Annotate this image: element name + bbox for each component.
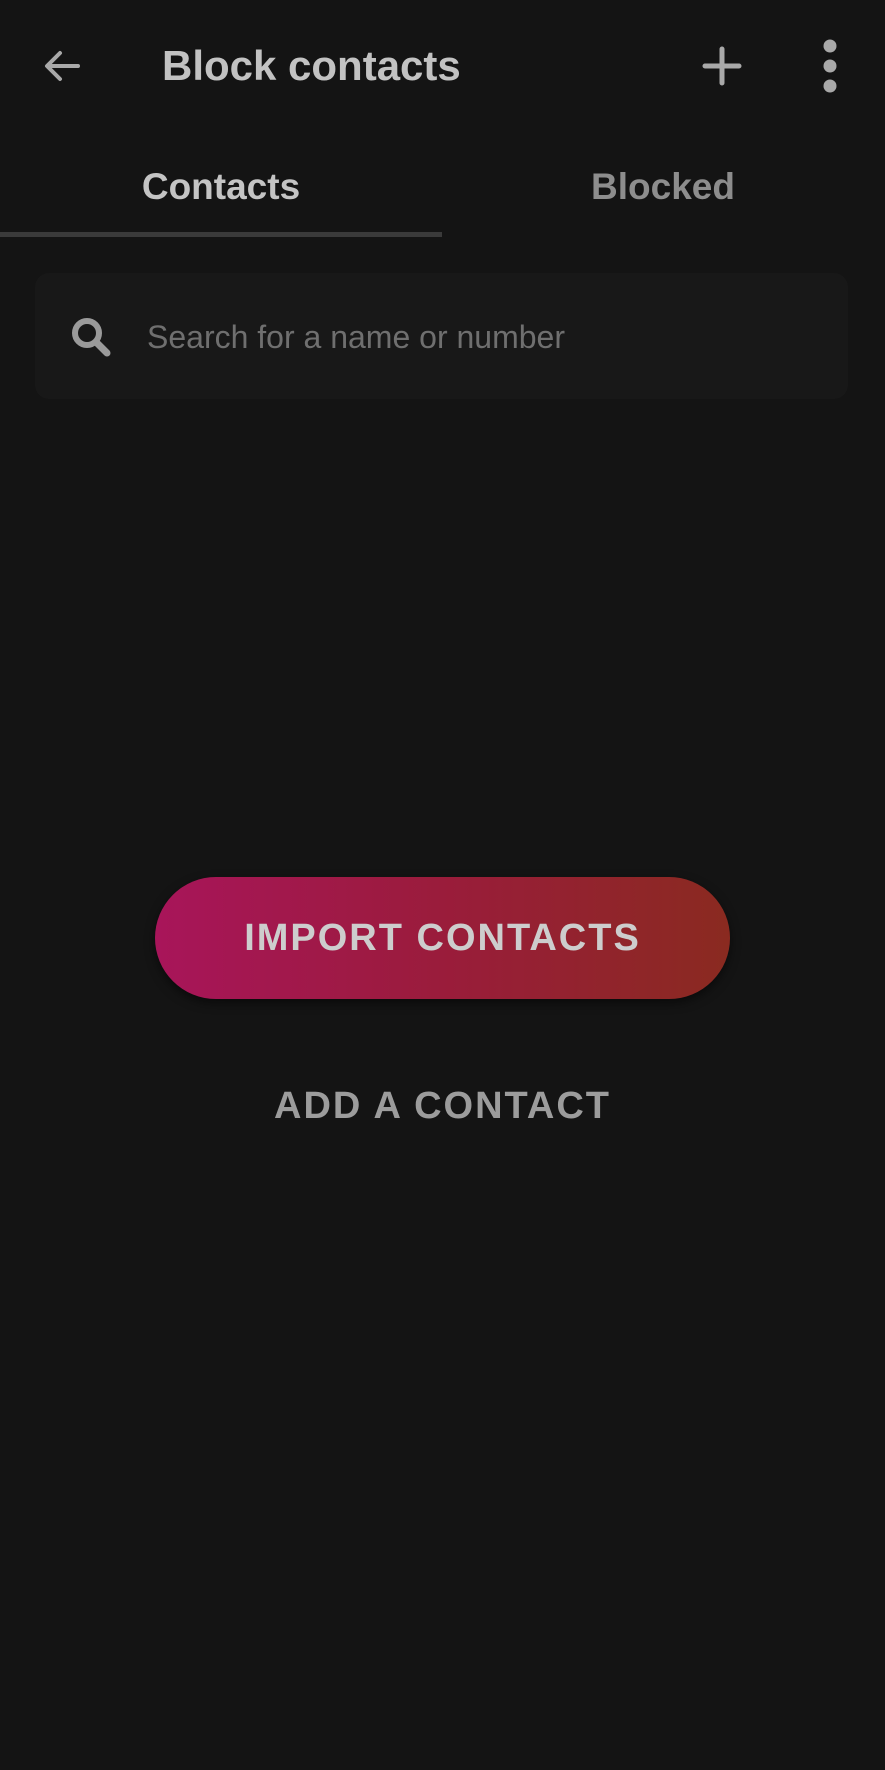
more-options-button[interactable] xyxy=(800,34,860,98)
app-bar: Block contacts xyxy=(0,0,885,132)
add-contact-button[interactable]: ADD A CONTACT xyxy=(200,1075,685,1137)
back-button[interactable] xyxy=(30,34,94,98)
arrow-left-icon xyxy=(45,51,80,81)
import-contacts-button[interactable]: IMPORT CONTACTS xyxy=(155,877,730,999)
tab-indicator xyxy=(0,232,442,237)
search-icon xyxy=(72,318,111,357)
add-button[interactable] xyxy=(690,34,754,98)
more-vertical-icon xyxy=(823,39,837,93)
tab-bar: Contacts Blocked xyxy=(0,140,885,238)
plus-icon xyxy=(702,46,742,86)
page-title: Block contacts xyxy=(162,42,461,89)
tab-contacts[interactable]: Contacts xyxy=(0,140,442,234)
tab-blocked[interactable]: Blocked xyxy=(442,140,884,234)
search-input[interactable] xyxy=(145,303,829,371)
search-bar xyxy=(35,273,848,399)
